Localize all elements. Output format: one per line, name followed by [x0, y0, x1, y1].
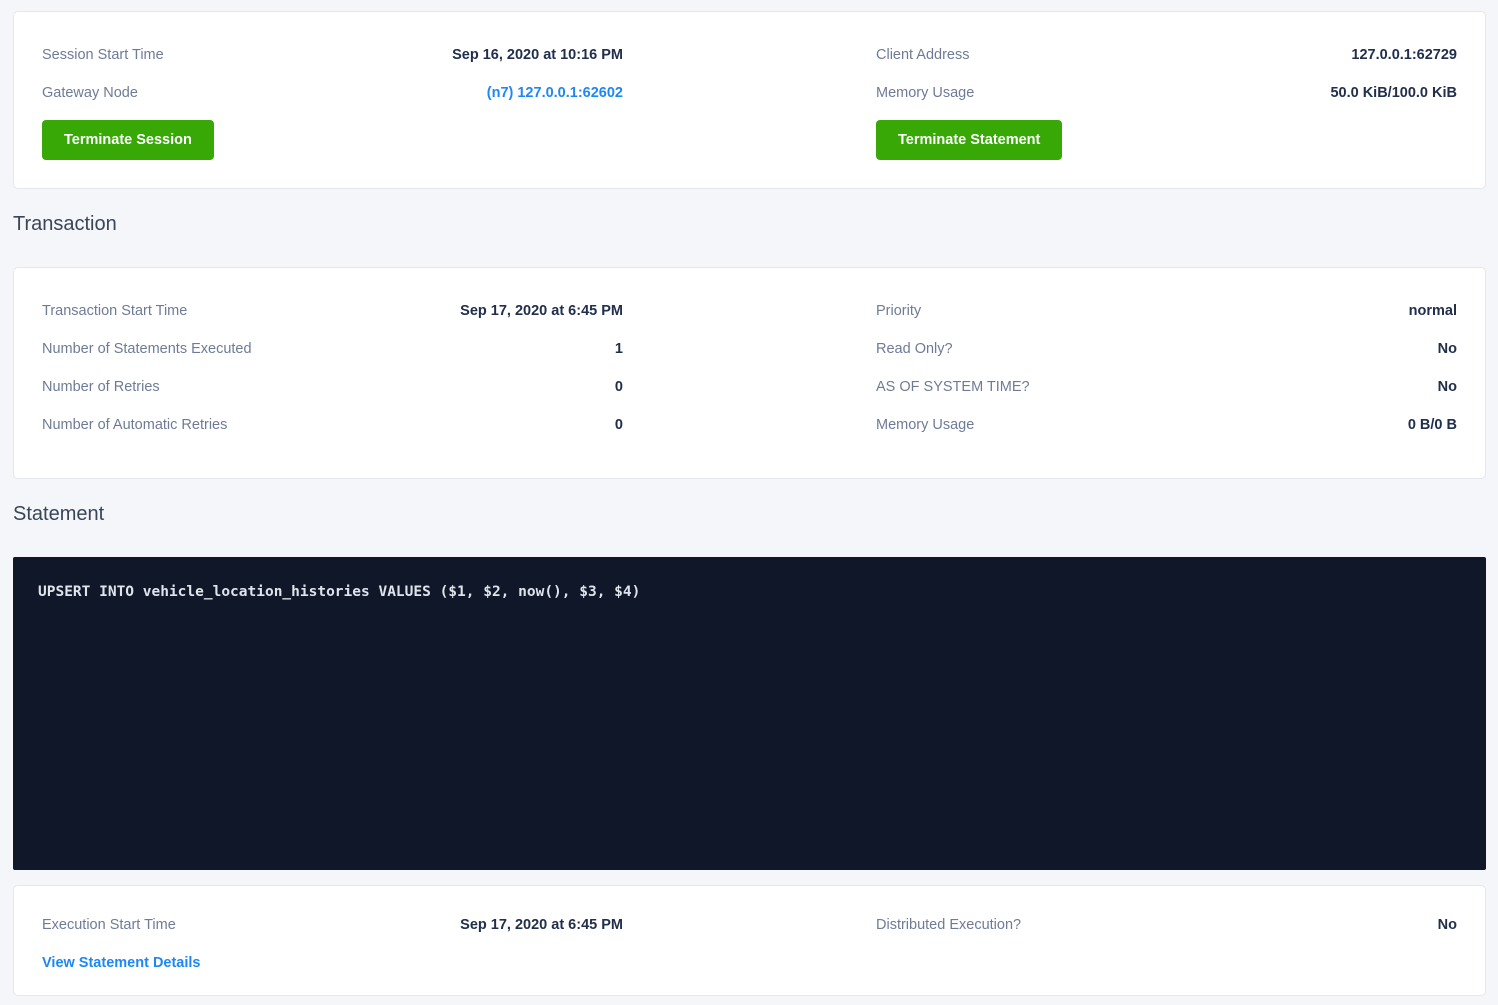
statements-executed-label: Number of Statements Executed: [42, 341, 252, 357]
gateway-node-link[interactable]: (n7) 127.0.0.1:62602: [487, 85, 623, 101]
view-statement-details-link[interactable]: View Statement Details: [42, 955, 201, 971]
transaction-card-right-column: Priority normal Read Only? No AS OF SYST…: [876, 292, 1457, 444]
retries-row: Number of Retries 0: [42, 368, 623, 406]
statement-execution-card: Execution Start Time Sep 17, 2020 at 6:4…: [13, 885, 1486, 996]
distributed-execution-value: No: [1438, 917, 1457, 933]
view-statement-details-row: View Statement Details: [42, 944, 623, 982]
transaction-card-left-column: Transaction Start Time Sep 17, 2020 at 6…: [42, 292, 623, 444]
session-summary-card: Session Start Time Sep 16, 2020 at 10:16…: [13, 11, 1486, 189]
execution-card-left-column: Execution Start Time Sep 17, 2020 at 6:4…: [42, 906, 623, 982]
client-address-value: 127.0.0.1:62729: [1351, 47, 1457, 63]
transaction-start-time-value: Sep 17, 2020 at 6:45 PM: [460, 303, 623, 319]
retries-label: Number of Retries: [42, 379, 160, 395]
session-card-left-column: Session Start Time Sep 16, 2020 at 10:16…: [42, 36, 623, 160]
as-of-system-time-label: AS OF SYSTEM TIME?: [876, 379, 1030, 395]
automatic-retries-row: Number of Automatic Retries 0: [42, 406, 623, 444]
retries-value: 0: [615, 379, 623, 395]
transaction-start-time-label: Transaction Start Time: [42, 303, 187, 319]
automatic-retries-label: Number of Automatic Retries: [42, 417, 227, 433]
statement-sql-box: UPSERT INTO vehicle_location_histories V…: [13, 557, 1486, 870]
client-address-label: Client Address: [876, 47, 970, 63]
client-address-row: Client Address 127.0.0.1:62729: [876, 36, 1457, 74]
session-start-time-label: Session Start Time: [42, 47, 164, 63]
session-details-page: Session Start Time Sep 16, 2020 at 10:16…: [0, 0, 1498, 996]
distributed-execution-row: Distributed Execution? No: [876, 906, 1457, 944]
read-only-row: Read Only? No: [876, 330, 1457, 368]
execution-start-time-value: Sep 17, 2020 at 6:45 PM: [460, 917, 623, 933]
gateway-node-row: Gateway Node (n7) 127.0.0.1:62602: [42, 74, 623, 112]
statement-sql-text: UPSERT INTO vehicle_location_histories V…: [38, 584, 1461, 600]
transaction-start-time-row: Transaction Start Time Sep 17, 2020 at 6…: [42, 292, 623, 330]
transaction-memory-usage-value: 0 B/0 B: [1408, 417, 1457, 433]
execution-start-time-row: Execution Start Time Sep 17, 2020 at 6:4…: [42, 906, 623, 944]
priority-label: Priority: [876, 303, 921, 319]
read-only-value: No: [1438, 341, 1457, 357]
terminate-statement-button[interactable]: Terminate Statement: [876, 120, 1062, 160]
as-of-system-time-row: AS OF SYSTEM TIME? No: [876, 368, 1457, 406]
session-card-right-column: Client Address 127.0.0.1:62729 Memory Us…: [876, 36, 1457, 160]
statements-executed-row: Number of Statements Executed 1: [42, 330, 623, 368]
automatic-retries-value: 0: [615, 417, 623, 433]
read-only-label: Read Only?: [876, 341, 953, 357]
transaction-memory-usage-row: Memory Usage 0 B/0 B: [876, 406, 1457, 444]
gateway-node-label: Gateway Node: [42, 85, 138, 101]
session-memory-usage-row: Memory Usage 50.0 KiB/100.0 KiB: [876, 74, 1457, 112]
transaction-card: Transaction Start Time Sep 17, 2020 at 6…: [13, 267, 1486, 479]
priority-value: normal: [1409, 303, 1457, 319]
execution-card-right-column: Distributed Execution? No: [876, 906, 1457, 982]
priority-row: Priority normal: [876, 292, 1457, 330]
transaction-section-title: Transaction: [13, 211, 1486, 237]
session-start-time-row: Session Start Time Sep 16, 2020 at 10:16…: [42, 36, 623, 74]
statements-executed-value: 1: [615, 341, 623, 357]
transaction-memory-usage-label: Memory Usage: [876, 417, 974, 433]
session-memory-usage-label: Memory Usage: [876, 85, 974, 101]
distributed-execution-label: Distributed Execution?: [876, 917, 1021, 933]
terminate-session-button[interactable]: Terminate Session: [42, 120, 214, 160]
session-start-time-value: Sep 16, 2020 at 10:16 PM: [452, 47, 623, 63]
execution-start-time-label: Execution Start Time: [42, 917, 176, 933]
statement-section-title: Statement: [13, 501, 1486, 527]
as-of-system-time-value: No: [1438, 379, 1457, 395]
session-memory-usage-value: 50.0 KiB/100.0 KiB: [1330, 85, 1457, 101]
